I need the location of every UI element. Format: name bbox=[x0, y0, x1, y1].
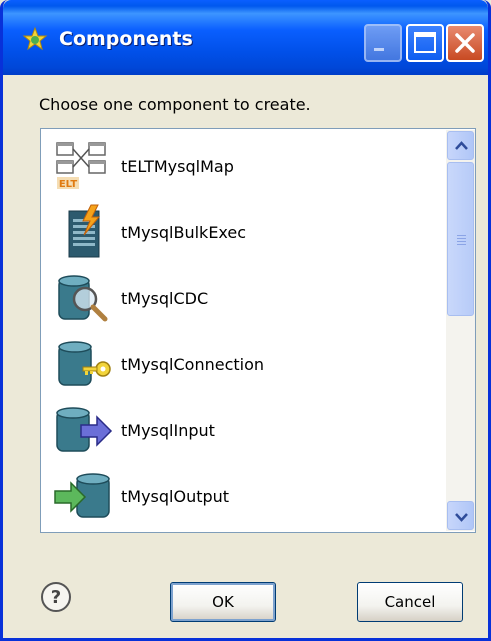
list-item[interactable]: ELT tELTMysqlMap bbox=[49, 137, 439, 197]
maximize-icon bbox=[414, 32, 436, 53]
cancel-button[interactable]: Cancel bbox=[357, 582, 463, 622]
scroll-up-button[interactable] bbox=[447, 131, 474, 160]
title-bar[interactable]: Components bbox=[3, 0, 488, 75]
elt-map-icon: ELT bbox=[56, 142, 106, 190]
list-item-label: tMysqlOutput bbox=[121, 487, 230, 506]
list-item-label: tMysqlCDC bbox=[121, 289, 209, 308]
scroll-thumb[interactable] bbox=[447, 162, 474, 316]
help-glyph: ? bbox=[51, 587, 61, 608]
close-button[interactable] bbox=[446, 24, 484, 62]
list-item[interactable]: tMysqlBulkExec bbox=[49, 203, 439, 263]
connection-key-icon bbox=[58, 341, 111, 386]
bulk-exec-icon bbox=[68, 204, 101, 258]
chevron-up-icon bbox=[455, 141, 468, 150]
elt-badge-text: ELT bbox=[59, 179, 78, 190]
list-item[interactable]: tMysqlOutput bbox=[49, 467, 439, 527]
list-item-label: tMysqlBulkExec bbox=[121, 223, 247, 242]
chevron-down-icon bbox=[455, 513, 468, 522]
cdc-magnifier-icon bbox=[58, 275, 108, 322]
components-dialog: Components Choose one component to creat… bbox=[0, 0, 491, 641]
list-item[interactable]: tMysqlInput bbox=[49, 401, 439, 461]
list-item[interactable]: tMysqlConnection bbox=[49, 335, 439, 395]
minimize-button[interactable] bbox=[364, 24, 402, 62]
puzzle-star-icon bbox=[22, 26, 48, 51]
list-item-label: tMysqlConnection bbox=[121, 355, 265, 374]
window-title: Components bbox=[59, 28, 193, 50]
output-arrow-icon bbox=[54, 473, 110, 518]
list-item-label: tMysqlInput bbox=[121, 421, 215, 440]
close-icon bbox=[455, 33, 475, 53]
scroll-down-button[interactable] bbox=[447, 501, 474, 530]
maximize-button[interactable] bbox=[406, 24, 444, 62]
component-list[interactable]: ELT tELTMysqlMap tMysqlBulkExec tMysqlCD… bbox=[40, 128, 476, 533]
list-item-label: tELTMysqlMap bbox=[121, 157, 234, 176]
instruction-text: Choose one component to create. bbox=[39, 95, 311, 114]
help-icon[interactable]: ? bbox=[39, 580, 73, 614]
vertical-scrollbar[interactable] bbox=[446, 130, 475, 531]
list-item[interactable]: tMysqlCDC bbox=[49, 269, 439, 329]
minimize-icon bbox=[374, 48, 384, 51]
input-arrow-icon bbox=[56, 407, 113, 452]
ok-button[interactable]: OK bbox=[170, 582, 276, 622]
